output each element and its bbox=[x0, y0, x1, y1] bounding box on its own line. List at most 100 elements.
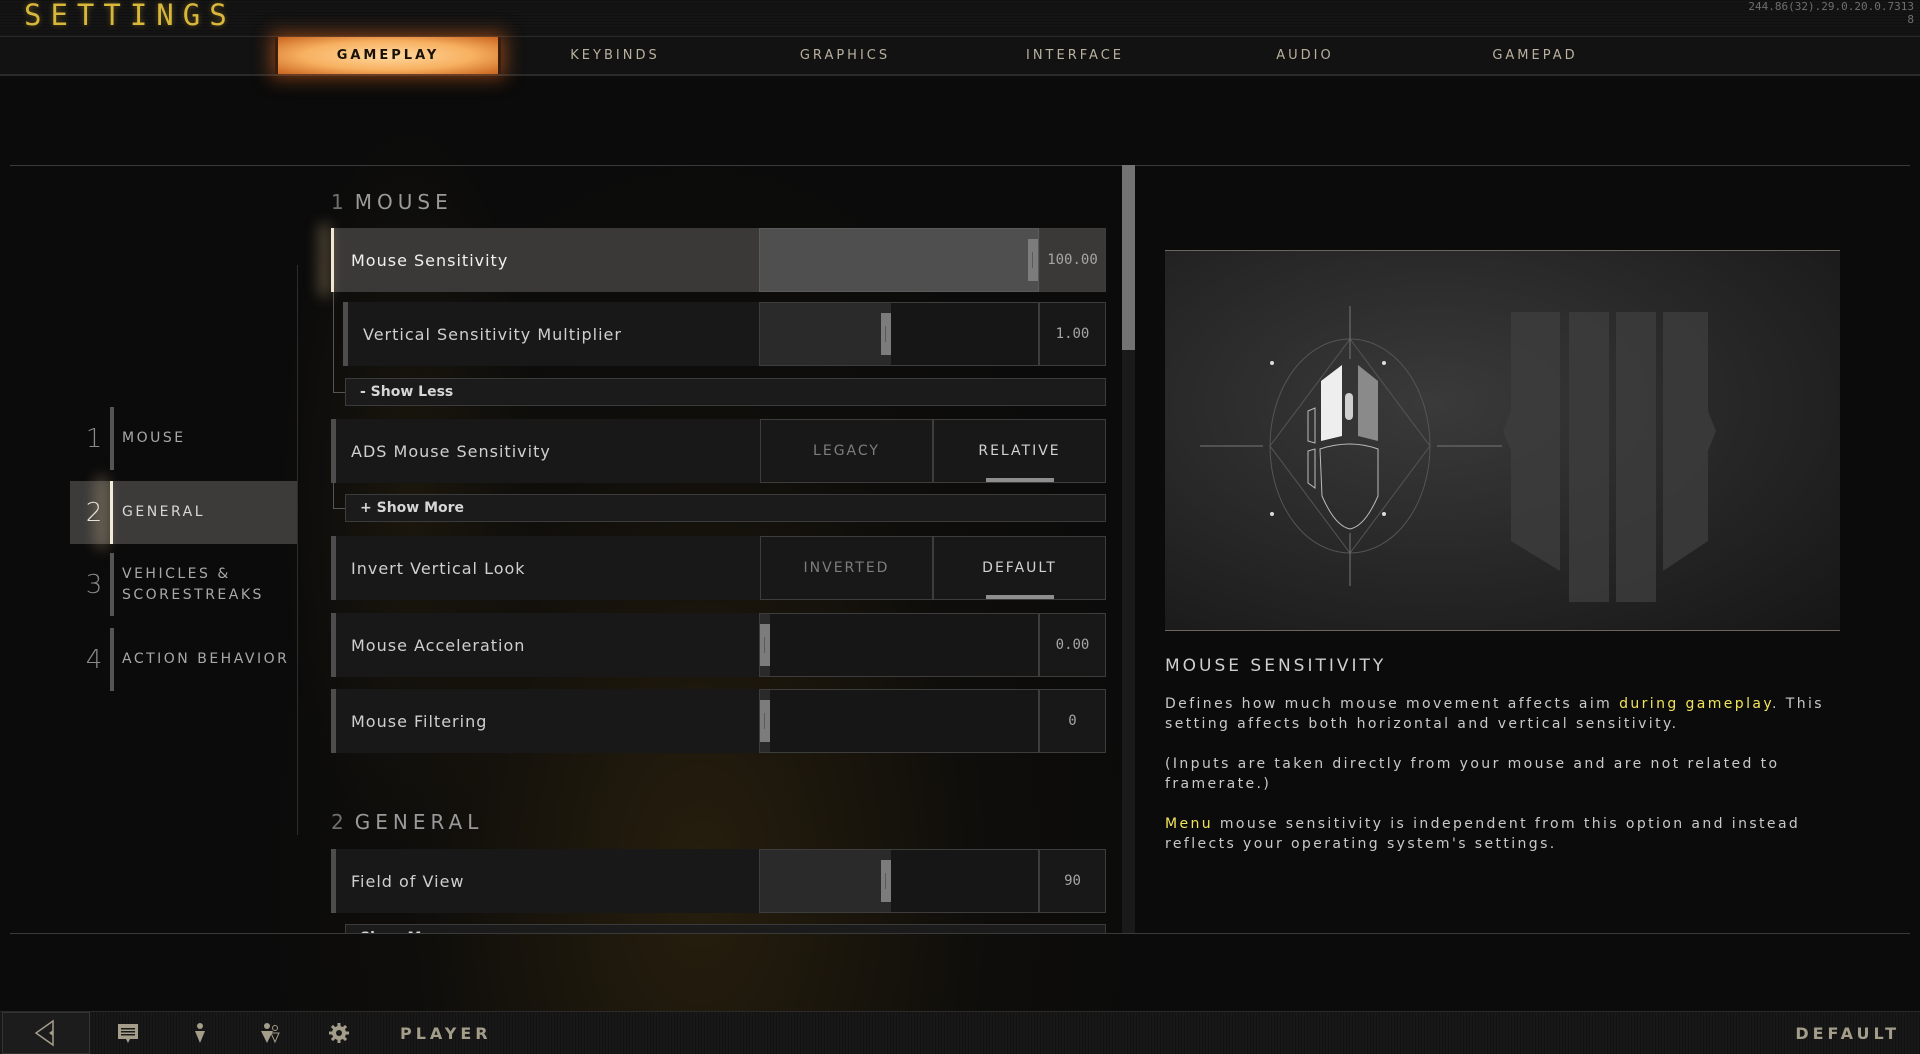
sidebar-divider bbox=[297, 265, 298, 835]
page-title: SETTINGS bbox=[24, 0, 236, 32]
sidebar-item-label: GENERAL bbox=[122, 504, 206, 520]
mouse-filtering-slider[interactable] bbox=[759, 689, 1039, 753]
row-indicator bbox=[331, 849, 336, 913]
setting-row-mouse-acceleration[interactable]: Mouse Acceleration 0.00 bbox=[331, 613, 1106, 677]
tab-graphics[interactable]: GRAPHICS bbox=[735, 37, 955, 74]
mouse-sensitivity-slider[interactable] bbox=[759, 228, 1039, 292]
highlight-text: Menu bbox=[1165, 816, 1214, 832]
default-button[interactable]: DEFAULT bbox=[1795, 1012, 1900, 1054]
section-number: 1 bbox=[331, 190, 349, 214]
setting-row-mouse-sensitivity[interactable]: Mouse Sensitivity 100.00 bbox=[331, 228, 1106, 292]
text: mouse sensitivity is independent from th… bbox=[1165, 816, 1801, 852]
section-header-mouse: 1 MOUSE bbox=[331, 190, 453, 214]
slider-fill bbox=[760, 229, 1038, 291]
option-legacy[interactable]: LEGACY bbox=[760, 419, 933, 483]
row-indicator bbox=[331, 536, 336, 600]
setting-row-mouse-filtering[interactable]: Mouse Filtering 0 bbox=[331, 689, 1106, 753]
setting-value: 90 bbox=[1039, 849, 1106, 913]
build-version: 244.86(32).29.0.20.0.7313 8 bbox=[1748, 0, 1914, 26]
slider-thumb[interactable] bbox=[880, 860, 891, 902]
section-title: GENERAL bbox=[354, 810, 484, 834]
setting-label: Invert Vertical Look bbox=[351, 558, 526, 578]
tab-gamepad[interactable]: GAMEPAD bbox=[1425, 37, 1645, 74]
mouse-acceleration-slider[interactable] bbox=[759, 613, 1039, 677]
mouse-icon bbox=[1200, 306, 1502, 586]
build-version-line2: 8 bbox=[1907, 13, 1914, 26]
setting-description-p1: Defines how much mouse movement affects … bbox=[1165, 694, 1840, 734]
bottom-divider bbox=[10, 933, 1910, 934]
slider-thumb[interactable] bbox=[880, 313, 891, 355]
slider-thumb[interactable] bbox=[1028, 239, 1038, 281]
highlight-text: during gameplay bbox=[1619, 696, 1773, 712]
back-button[interactable] bbox=[2, 1012, 90, 1054]
settings-button[interactable] bbox=[327, 1022, 351, 1044]
tab-gameplay[interactable]: GAMEPLAY bbox=[275, 37, 501, 74]
sidebar-item-action-behavior[interactable]: 4 ACTION BEHAVIOR bbox=[70, 628, 297, 691]
setting-description-title: MOUSE SENSITIVITY bbox=[1165, 656, 1387, 676]
scrollbar-track[interactable] bbox=[1122, 165, 1135, 933]
gear-icon bbox=[329, 1023, 349, 1043]
option-inverted[interactable]: INVERTED bbox=[760, 536, 933, 600]
text: Defines how much mouse movement affects … bbox=[1165, 696, 1620, 712]
row-indicator bbox=[331, 689, 336, 753]
sidebar-item-bar bbox=[110, 628, 114, 691]
setting-label: Field of View bbox=[351, 871, 465, 891]
header: SETTINGS 244.86(32).29.0.20.0.7313 8 bbox=[0, 0, 1920, 36]
show-less-button[interactable]: - Show Less bbox=[345, 378, 1106, 406]
setting-value: 0 bbox=[1039, 689, 1106, 753]
tab-keybinds[interactable]: KEYBINDS bbox=[505, 37, 725, 74]
setting-row-ads-mouse-sensitivity[interactable]: ADS Mouse Sensitivity LEGACY RELATIVE bbox=[331, 419, 1106, 483]
mouse-illustration bbox=[1200, 306, 1716, 602]
sidebar-item-bar bbox=[110, 553, 114, 616]
setting-row-vertical-sensitivity-multiplier[interactable]: Vertical Sensitivity Multiplier 1.00 bbox=[343, 302, 1106, 366]
show-more-button[interactable]: + Show More bbox=[345, 494, 1106, 522]
scrollbar-thumb[interactable] bbox=[1122, 165, 1135, 350]
bottom-bar: PLAYER DEFAULT bbox=[0, 1011, 1920, 1054]
build-version-line1: 244.86(32).29.0.20.0.7313 bbox=[1748, 0, 1914, 13]
sidebar-item-label: VEHICLES & SCORESTREAKS bbox=[122, 565, 264, 603]
setting-label: Mouse Acceleration bbox=[351, 635, 526, 655]
back-arrow-icon bbox=[34, 1019, 54, 1047]
row-indicator bbox=[331, 613, 336, 677]
setting-value: 0.00 bbox=[1039, 613, 1106, 677]
sidebar-item-number: 2 bbox=[85, 497, 103, 528]
sidebar-item-number: 4 bbox=[85, 644, 103, 675]
bo4-logo-icon bbox=[1503, 312, 1716, 602]
slider-thumb[interactable] bbox=[760, 624, 770, 666]
tab-interface[interactable]: INTERFACE bbox=[965, 37, 1185, 74]
vertical-multiplier-slider[interactable] bbox=[759, 302, 1039, 366]
setting-label: Mouse Sensitivity bbox=[351, 250, 509, 270]
show-more-button-partial[interactable]: Show More bbox=[345, 924, 1106, 933]
setting-label: Vertical Sensitivity Multiplier bbox=[363, 324, 622, 344]
setting-row-field-of-view[interactable]: Field of View 90 bbox=[331, 849, 1106, 913]
field-of-view-slider[interactable] bbox=[759, 849, 1039, 913]
player-label[interactable]: PLAYER bbox=[400, 1012, 492, 1054]
setting-label: ADS Mouse Sensitivity bbox=[351, 441, 551, 461]
top-divider bbox=[10, 165, 1910, 166]
sidebar-item-mouse[interactable]: 1 MOUSE bbox=[70, 407, 297, 470]
option-default[interactable]: DEFAULT bbox=[933, 536, 1106, 600]
setting-description-p3: Menu mouse sensitivity is independent fr… bbox=[1165, 814, 1840, 854]
row-indicator bbox=[331, 228, 334, 292]
setting-label: Mouse Filtering bbox=[351, 711, 488, 731]
section-number: 2 bbox=[331, 810, 349, 834]
chat-button[interactable] bbox=[116, 1022, 140, 1044]
option-relative[interactable]: RELATIVE bbox=[933, 419, 1106, 483]
row-indicator bbox=[331, 419, 336, 483]
sidebar-item-label: MOUSE bbox=[122, 430, 186, 446]
party-button[interactable] bbox=[258, 1022, 282, 1044]
tab-audio[interactable]: AUDIO bbox=[1195, 37, 1415, 74]
setting-row-invert-vertical-look[interactable]: Invert Vertical Look INVERTED DEFAULT bbox=[331, 536, 1106, 600]
sidebar-item-label: ACTION BEHAVIOR bbox=[122, 651, 290, 667]
sidebar-item-vehicles-scorestreaks[interactable]: 3 VEHICLES & SCORESTREAKS bbox=[70, 553, 297, 616]
chat-icon bbox=[118, 1024, 138, 1043]
party-icon bbox=[261, 1023, 280, 1044]
setting-value: 100.00 bbox=[1039, 228, 1106, 292]
sidebar-item-number: 3 bbox=[85, 569, 103, 600]
sidebar-item-general[interactable]: 2 GENERAL bbox=[70, 481, 297, 544]
slider-thumb[interactable] bbox=[760, 700, 770, 742]
clipped-region: Show More bbox=[331, 924, 1111, 933]
sidebar-item-bar bbox=[110, 481, 113, 544]
setting-description-p2: (Inputs are taken directly from your mou… bbox=[1165, 756, 1780, 792]
player-button[interactable] bbox=[188, 1022, 212, 1044]
